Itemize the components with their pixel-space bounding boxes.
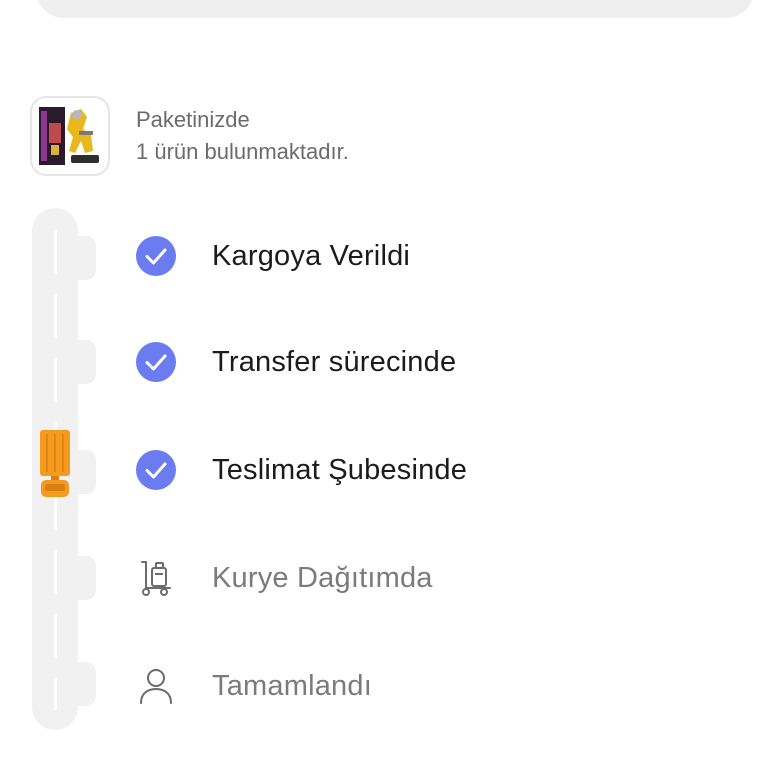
road-bump [70, 450, 96, 494]
check-circle-icon [134, 234, 178, 278]
road-bump [70, 662, 96, 706]
step-label: Kargoya Verildi [212, 239, 411, 272]
check-circle-icon [134, 448, 178, 492]
check-circle-icon [134, 340, 178, 384]
hand-truck-icon [134, 556, 178, 600]
status-step-delivery-branch: Teslimat Şubesinde [134, 448, 467, 492]
status-step-shipped: Kargoya Verildi [134, 234, 410, 278]
truck-icon [40, 430, 70, 497]
package-info: Paketinizde 1 ürün bulunmaktadır. [136, 104, 349, 168]
status-step-completed: Tamamlandı [134, 664, 372, 708]
step-label: Teslimat Şubesinde [212, 453, 468, 486]
step-label: Transfer sürecinde [212, 345, 457, 378]
person-icon [134, 664, 178, 708]
step-label: Kurye Dağıtımda [212, 561, 433, 594]
status-step-transfer: Transfer sürecinde [134, 340, 456, 384]
road-bump [70, 556, 96, 600]
road-bump [70, 340, 96, 384]
package-summary[interactable]: Paketinizde 1 ürün bulunmaktadır. [30, 96, 349, 176]
product-image [39, 107, 99, 165]
package-info-line2: 1 ürün bulunmaktadır. [136, 139, 349, 164]
package-info-line1: Paketinizde [136, 107, 250, 132]
product-thumbnail[interactable] [30, 96, 110, 176]
shipment-tracking-screen: Paketinizde 1 ürün bulunmaktadır. Kargoy… [0, 0, 768, 768]
top-card[interactable] [36, 0, 754, 18]
road-bump [70, 236, 96, 280]
status-step-courier: Kurye Dağıtımda [134, 556, 433, 600]
step-label: Tamamlandı [212, 669, 372, 702]
